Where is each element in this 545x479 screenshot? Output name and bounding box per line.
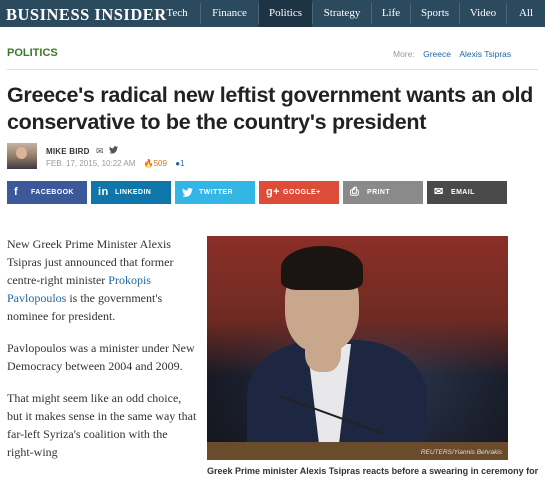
facebook-icon: f bbox=[14, 186, 19, 198]
share-google-button[interactable]: g+ GOOGLE+ bbox=[259, 181, 339, 204]
paragraph: New Greek Prime Minister Alexis Tsipras … bbox=[7, 237, 174, 323]
photo-caption: Greek Prime minister Alexis Tsipras reac… bbox=[207, 466, 539, 476]
nav-item-life[interactable]: Life bbox=[372, 0, 410, 27]
share-print-button[interactable]: ⎙ PRINT bbox=[343, 181, 423, 204]
share-facebook-button[interactable]: f FACEBOOK bbox=[7, 181, 87, 204]
twitter-icon[interactable] bbox=[109, 146, 118, 156]
photo-credit: REUTERS/Yiannis Behrakis bbox=[420, 449, 502, 456]
share-label: EMAIL bbox=[451, 189, 475, 196]
nav-item-sports[interactable]: Sports bbox=[411, 0, 459, 27]
paragraph: That might seem like an odd choice, but … bbox=[7, 391, 197, 459]
tag-link-alexis-tsipras[interactable]: Alexis Tsipras bbox=[459, 49, 511, 59]
section-label[interactable]: POLITICS bbox=[7, 47, 58, 59]
nav-item-finance[interactable]: Finance bbox=[201, 0, 258, 27]
share-linkedin-button[interactable]: in LINKEDIN bbox=[91, 181, 171, 204]
nav-item-tech[interactable]: Tech bbox=[154, 0, 200, 27]
share-label: GOOGLE+ bbox=[283, 189, 321, 196]
more-label: More: bbox=[393, 49, 415, 59]
share-twitter-button[interactable]: TWITTER bbox=[175, 181, 255, 204]
share-label: FACEBOOK bbox=[31, 189, 74, 196]
share-label: PRINT bbox=[367, 189, 390, 196]
nav-item-strategy[interactable]: Strategy bbox=[313, 0, 371, 27]
linkedin-icon: in bbox=[98, 186, 109, 198]
article-body: New Greek Prime Minister Alexis Tsipras … bbox=[7, 235, 197, 475]
share-email-button[interactable]: ✉ EMAIL bbox=[427, 181, 507, 204]
email-icon[interactable]: ✉ bbox=[96, 146, 104, 157]
nav-item-politics[interactable]: Politics bbox=[259, 0, 312, 27]
divider bbox=[7, 69, 538, 70]
twitter-icon bbox=[182, 181, 193, 204]
share-label: LINKEDIN bbox=[115, 189, 152, 196]
views-count: 🔥509 bbox=[143, 159, 167, 168]
top-nav: BUSINESS INSIDER Tech Finance Politics S… bbox=[0, 0, 545, 27]
more-tags: More: Greece Alexis Tsipras bbox=[393, 49, 511, 59]
author-avatar[interactable] bbox=[7, 143, 37, 169]
share-label: TWITTER bbox=[199, 189, 233, 196]
comments-count[interactable]: ●1 bbox=[175, 159, 184, 168]
article-photo[interactable]: REUTERS/Yiannis Behrakis bbox=[207, 236, 508, 460]
author-name[interactable]: MIKE BIRD bbox=[46, 147, 90, 156]
print-icon: ⎙ bbox=[350, 186, 360, 198]
site-logo[interactable]: BUSINESS INSIDER bbox=[6, 5, 167, 25]
tag-link-greece[interactable]: Greece bbox=[423, 49, 451, 59]
google-plus-icon: g+ bbox=[266, 186, 280, 198]
nav-item-all[interactable]: All bbox=[507, 0, 545, 27]
publish-date: FEB. 17, 2015, 10:22 AM bbox=[46, 159, 136, 168]
nav-item-video[interactable]: Video bbox=[460, 0, 506, 27]
email-icon: ✉ bbox=[434, 186, 444, 198]
article-meta: FEB. 17, 2015, 10:22 AM 🔥509 ●1 bbox=[46, 159, 184, 168]
fire-icon: 🔥 bbox=[143, 159, 154, 168]
paragraph: Pavlopoulos was a minister under New Dem… bbox=[7, 341, 195, 373]
article-headline: Greece's radical new leftist government … bbox=[7, 83, 533, 134]
